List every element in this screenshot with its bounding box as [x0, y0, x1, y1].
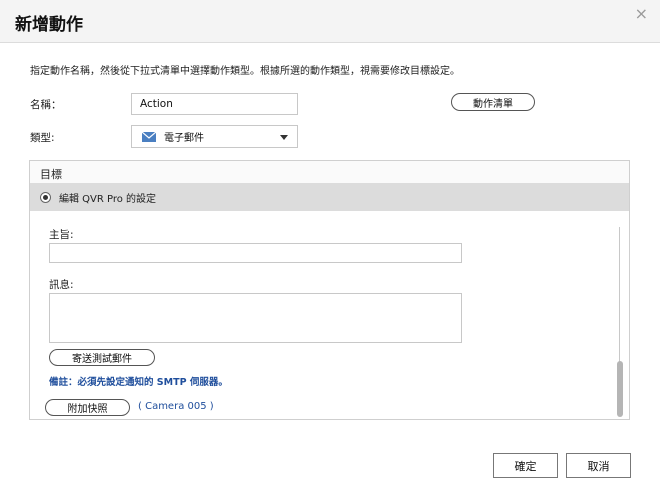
message-textarea[interactable] [49, 293, 462, 343]
action-list-button[interactable]: 動作清單 [451, 93, 535, 111]
qvr-settings-option[interactable]: 編輯 QVR Pro 的設定 [30, 184, 629, 211]
target-header: 目標 [30, 161, 629, 184]
message-label: 訊息: [49, 279, 74, 291]
dialog-description: 指定動作名稱，然後從下拉式清單中選擇動作類型。根據所選的動作類型，視需要修改目標… [30, 66, 460, 77]
dialog-titlebar: 新增動作 × [0, 0, 660, 43]
close-icon[interactable]: × [635, 6, 648, 22]
attach-snapshot-button[interactable]: 附加快照 [45, 399, 130, 416]
chevron-down-icon [280, 135, 288, 140]
radio-selected-icon[interactable] [40, 192, 51, 203]
subject-input[interactable] [49, 243, 462, 263]
qvr-settings-label: 編輯 QVR Pro 的設定 [59, 194, 157, 205]
email-settings: 主旨: 訊息: 寄送測試郵件 備註：必須先設定通知的 SMTP 伺服器。 [40, 227, 620, 397]
subject-label: 主旨: [49, 229, 74, 241]
target-panel: 目標 編輯 QVR Pro 的設定 主旨: 訊息: 寄送測試郵件 備註：必須先設… [29, 160, 630, 420]
dialog-title: 新增動作 [15, 15, 83, 35]
send-test-email-button[interactable]: 寄送測試郵件 [49, 349, 155, 366]
type-label: 類型: [30, 132, 55, 144]
smtp-note: 備註：必須先設定通知的 SMTP 伺服器。 [49, 377, 228, 388]
name-label: 名稱： [30, 99, 62, 111]
confirm-button[interactable]: 確定 [493, 453, 558, 478]
camera-link[interactable]: ( Camera 005 ) [138, 401, 214, 412]
envelope-icon [142, 131, 156, 142]
scrollbar-thumb[interactable] [617, 361, 623, 417]
cancel-button[interactable]: 取消 [566, 453, 631, 478]
action-type-select[interactable]: 電子郵件 [131, 125, 298, 148]
action-type-value: 電子郵件 [164, 133, 204, 144]
action-name-input[interactable] [131, 93, 298, 115]
